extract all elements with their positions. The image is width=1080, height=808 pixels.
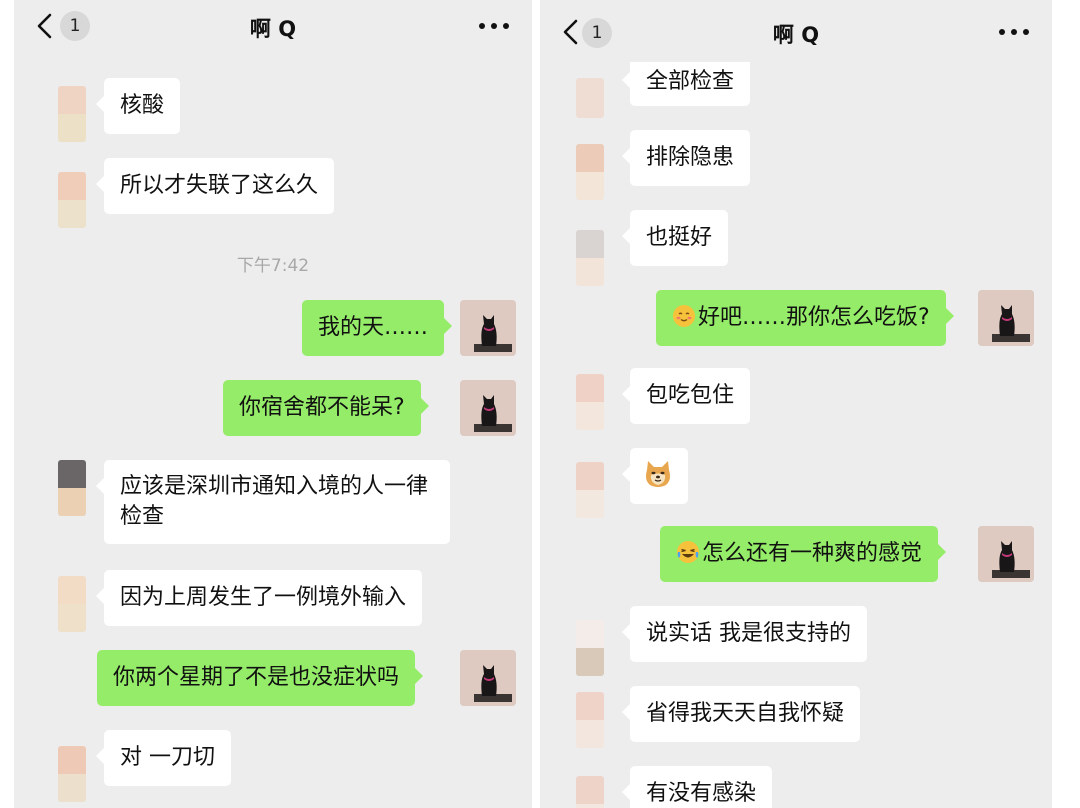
avatar[interactable] [576,462,604,518]
message-bubble-outgoing[interactable]: 好吧……那你怎么吃饭? [656,290,954,346]
cat-avatar[interactable] [460,380,516,436]
message-bubble-incoming[interactable]: 核酸 [95,78,181,134]
message-bubble-outgoing[interactable]: 我的天…… [302,300,453,356]
message-bubble-outgoing[interactable]: 你两个星期了不是也没症状吗 [97,650,424,706]
message-bubble-incoming[interactable]: 因为上周发生了一例境外输入 [95,570,423,626]
message-bubble-incoming[interactable] [622,448,688,504]
tears-of-joy-icon [676,540,700,564]
avatar[interactable] [58,576,86,632]
message-bubble-outgoing[interactable]: 怎么还有一种爽的感觉 [660,526,947,582]
more-options-icon[interactable] [474,14,514,38]
chat-header-overlay: 1 啊 Q [540,0,1052,62]
avatar[interactable] [576,144,604,200]
message-bubble-incoming[interactable]: 有没有感染 [621,766,773,808]
avatar[interactable] [576,374,604,430]
avatar[interactable] [576,620,604,676]
avatar[interactable] [576,230,604,286]
avatar[interactable] [576,78,604,118]
chat-screen-left: 1 啊 Q 核酸 所以才失联了这么久 下午7:42 我的天…… 你宿舍都不能呆?… [14,0,532,808]
cat-avatar[interactable] [978,290,1034,346]
avatar[interactable] [58,172,86,228]
avatar[interactable] [58,746,86,802]
message-bubble-incoming[interactable]: 说实话 我是很支持的 [622,606,867,662]
avatar[interactable] [58,86,86,142]
message-bubble-incoming[interactable]: 也挺好 [621,210,729,266]
message-bubble-incoming[interactable]: 省得我天天自我怀疑 [621,686,861,742]
cat-avatar[interactable] [460,650,516,706]
more-options-icon[interactable] [994,20,1034,44]
timestamp: 下午7:42 [236,256,310,276]
avatar[interactable] [576,692,604,748]
chat-header: 1 啊 Q [14,0,532,54]
chat-title: 啊 Q [249,17,297,41]
message-text: 好吧……那你怎么吃饭? [698,305,930,330]
message-bubble-incoming[interactable]: 包吃包住 [621,368,751,424]
avatar[interactable] [58,460,86,516]
cat-avatar[interactable] [460,300,516,356]
message-bubble-incoming[interactable]: 应该是深圳市通知入境的人一律检查 [96,460,450,544]
message-bubble-incoming[interactable]: 所以才失联了这么久 [95,158,335,214]
cat-avatar[interactable] [978,526,1034,582]
message-bubble-outgoing[interactable]: 你宿舍都不能呆? [223,380,429,436]
avatar[interactable] [576,776,604,808]
chat-title: 啊 Q [772,23,820,47]
chat-screen-right: 1 啊 Q 全部检查 1 啊 Q 排除隐患 也挺好 好吧……那你怎么吃饭? [540,0,1052,808]
message-text: 怎么还有一种爽的感觉 [702,541,923,566]
message-bubble-incoming[interactable]: 排除隐患 [621,130,751,186]
blush-face-icon [672,304,696,328]
doge-icon [642,458,674,490]
message-bubble-incoming[interactable]: 对 一刀切 [96,730,231,786]
